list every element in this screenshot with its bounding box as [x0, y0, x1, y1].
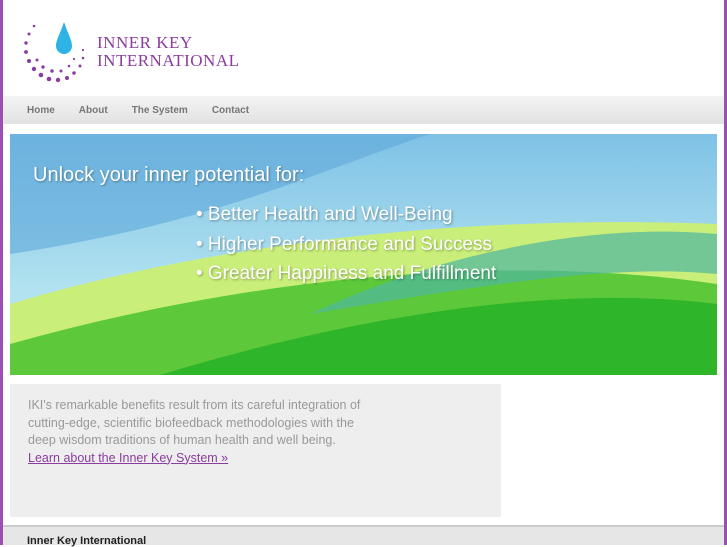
banner-bullet: • Greater Happiness and Fulfillment	[196, 263, 497, 284]
logo-droplet-icon	[24, 22, 85, 83]
brand-name-line2: International	[97, 51, 240, 70]
nav-the-system[interactable]: The System	[132, 105, 188, 116]
banner-headline: Unlock your inner potential for:	[33, 164, 305, 186]
learn-more-link[interactable]: Learn about the Inner Key System »	[28, 450, 483, 468]
logo[interactable]: Inner Key International	[22, 16, 242, 86]
hero-banner: Unlock your inner potential for: • Bette…	[10, 134, 717, 375]
banner-bullets: • Better Health and Well-Being • Higher …	[196, 200, 496, 289]
banner-bullet: • Better Health and Well-Being	[196, 204, 453, 225]
footer: Inner Key International	[3, 525, 724, 547]
footer-title: Inner Key International	[27, 535, 147, 547]
main-nav: Home About The System Contact	[3, 96, 724, 124]
brand-name-line1: Inner Key	[97, 33, 193, 52]
info-text: IKI's remarkable benefits result from it…	[28, 398, 361, 447]
nav-about[interactable]: About	[79, 105, 108, 116]
nav-contact[interactable]: Contact	[212, 105, 249, 116]
info-box: IKI's remarkable benefits result from it…	[10, 384, 501, 517]
nav-home[interactable]: Home	[27, 105, 55, 116]
banner-bullet: • Higher Performance and Success	[196, 233, 493, 255]
